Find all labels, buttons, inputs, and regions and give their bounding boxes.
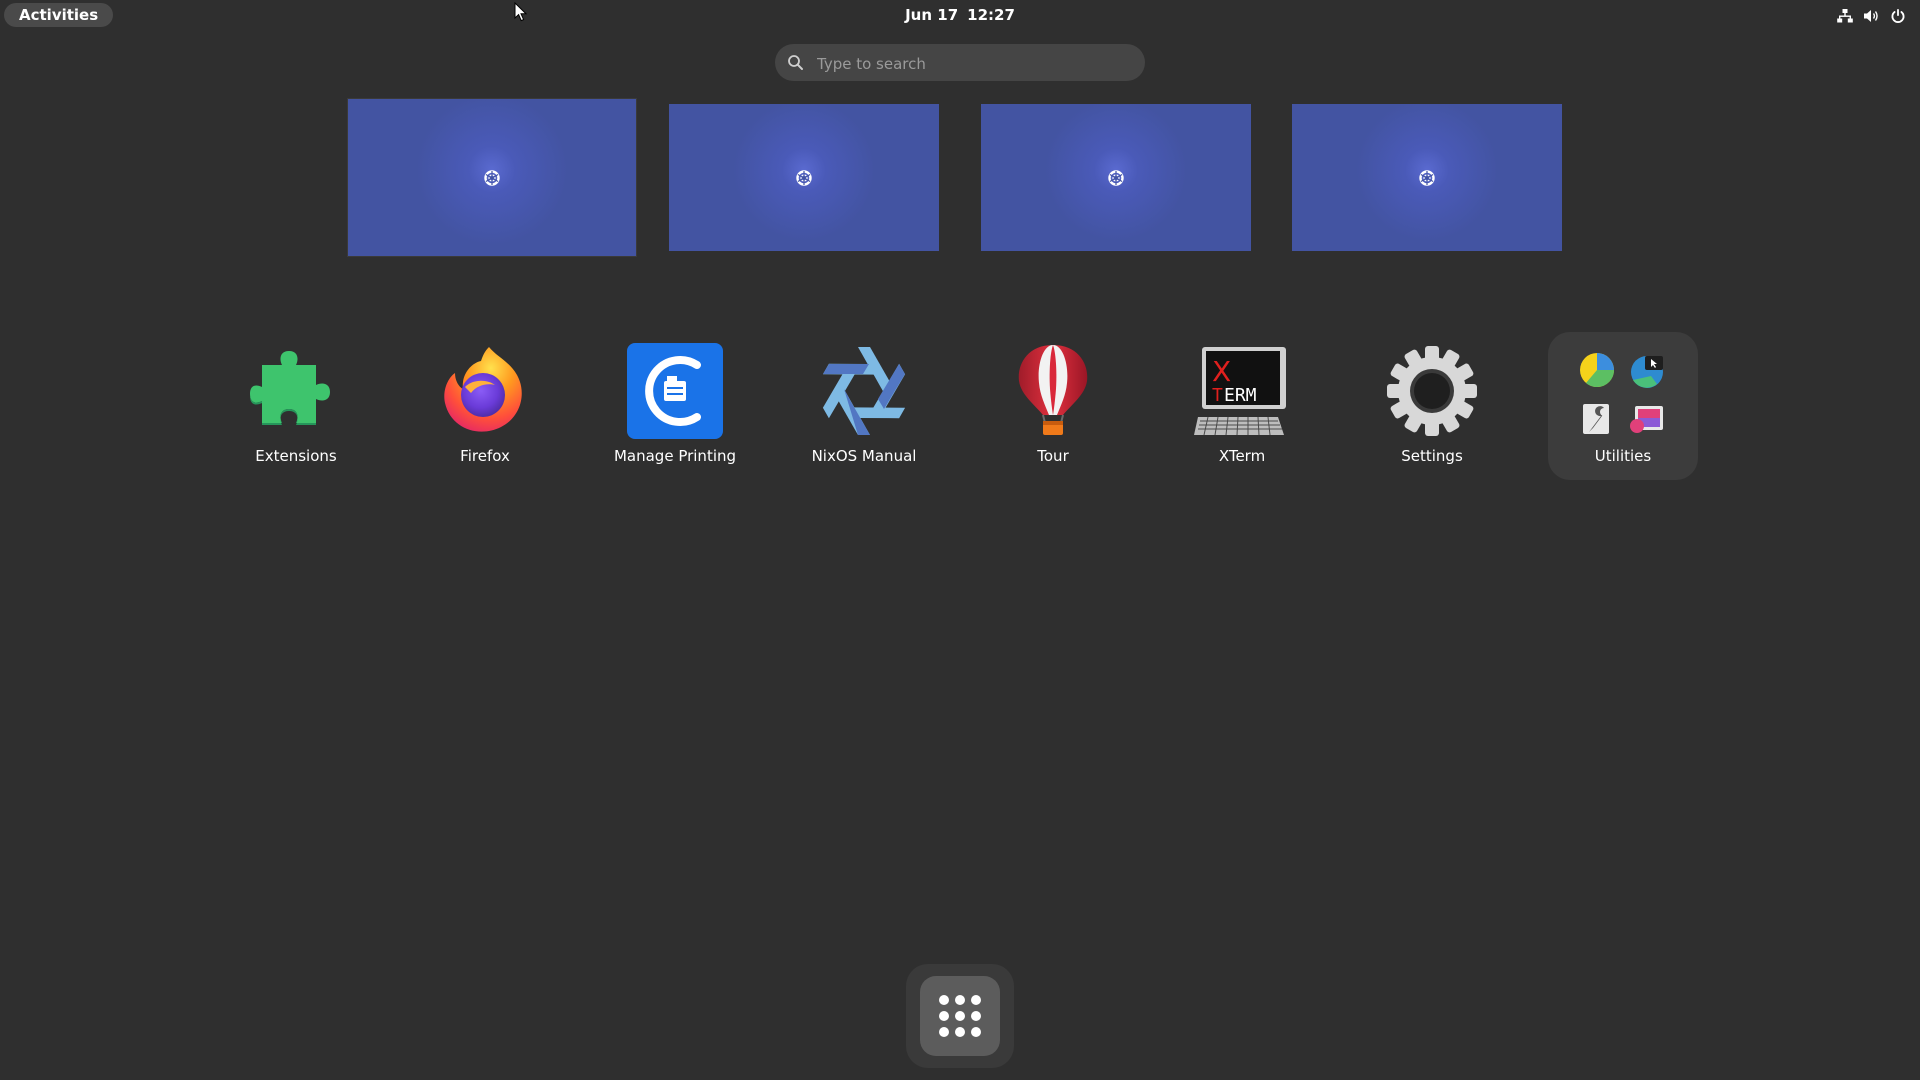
folder-utilities[interactable]: Utilities bbox=[1548, 332, 1698, 480]
app-label: Firefox bbox=[460, 447, 510, 465]
search-bar[interactable] bbox=[775, 44, 1145, 83]
puzzle-piece-icon bbox=[248, 343, 344, 439]
clock[interactable]: Jun 17 12:27 bbox=[0, 0, 1920, 31]
app-xterm[interactable]: X T ERM XTerm bbox=[1167, 340, 1317, 476]
gear-icon bbox=[1384, 343, 1480, 439]
clock-time[interactable]: 12:27 bbox=[967, 6, 1015, 24]
workspace-thumbnail-4[interactable] bbox=[1292, 104, 1562, 251]
nixos-snowflake-icon bbox=[812, 343, 916, 439]
volume-icon[interactable] bbox=[1863, 8, 1880, 24]
mouse-cursor-icon bbox=[514, 1, 528, 26]
workspace-thumbnail-1[interactable] bbox=[348, 99, 636, 256]
app-label: NixOS Manual bbox=[811, 447, 917, 465]
svg-text:X: X bbox=[1212, 355, 1231, 388]
nixos-logo-icon bbox=[796, 169, 812, 186]
app-extensions[interactable]: Extensions bbox=[221, 340, 371, 476]
workspace-thumbnail-3[interactable] bbox=[981, 104, 1251, 251]
app-label: Tour bbox=[1037, 447, 1069, 465]
app-label: Extensions bbox=[255, 447, 337, 465]
svg-text:T: T bbox=[1212, 385, 1223, 406]
image-viewer-icon bbox=[1630, 406, 1663, 433]
top-bar: Activities Jun 17 12:27 bbox=[0, 0, 1920, 31]
app-grid-icon bbox=[920, 976, 1000, 1056]
firefox-icon bbox=[437, 343, 533, 439]
activities-button[interactable]: Activities bbox=[4, 3, 114, 27]
printing-icon bbox=[627, 343, 723, 439]
power-icon[interactable] bbox=[1890, 8, 1906, 24]
app-label: XTerm bbox=[1218, 447, 1266, 465]
app-label: Utilities bbox=[1594, 447, 1652, 465]
system-tray[interactable] bbox=[1837, 6, 1906, 26]
xterm-icon: X T ERM bbox=[1194, 343, 1290, 439]
show-apps-button[interactable] bbox=[906, 964, 1014, 1068]
network-icon[interactable] bbox=[1837, 8, 1853, 24]
app-nixos-manual[interactable]: NixOS Manual bbox=[789, 340, 939, 476]
hot-air-balloon-icon bbox=[1005, 343, 1101, 439]
disk-usage-icon bbox=[1580, 353, 1614, 388]
folder-icon bbox=[1577, 350, 1669, 442]
screenshot-icon bbox=[1631, 356, 1663, 388]
search-input[interactable] bbox=[815, 44, 1129, 83]
app-settings[interactable]: Settings bbox=[1357, 340, 1507, 476]
workspace-thumbnail-2[interactable] bbox=[669, 104, 939, 251]
svg-text:ERM: ERM bbox=[1224, 385, 1257, 406]
app-tour[interactable]: Tour bbox=[978, 340, 1128, 476]
system-tools-icon bbox=[1583, 404, 1609, 434]
search-icon bbox=[787, 54, 804, 75]
app-label: Manage Printing bbox=[613, 447, 737, 465]
nixos-logo-icon bbox=[1108, 169, 1124, 186]
clock-date[interactable]: Jun 17 bbox=[905, 6, 958, 24]
app-manage-printing[interactable]: Manage Printing bbox=[600, 340, 750, 476]
app-label: Settings bbox=[1401, 447, 1463, 465]
nixos-logo-icon bbox=[1419, 169, 1435, 186]
app-firefox[interactable]: Firefox bbox=[410, 340, 560, 476]
nixos-logo-icon bbox=[484, 169, 500, 186]
